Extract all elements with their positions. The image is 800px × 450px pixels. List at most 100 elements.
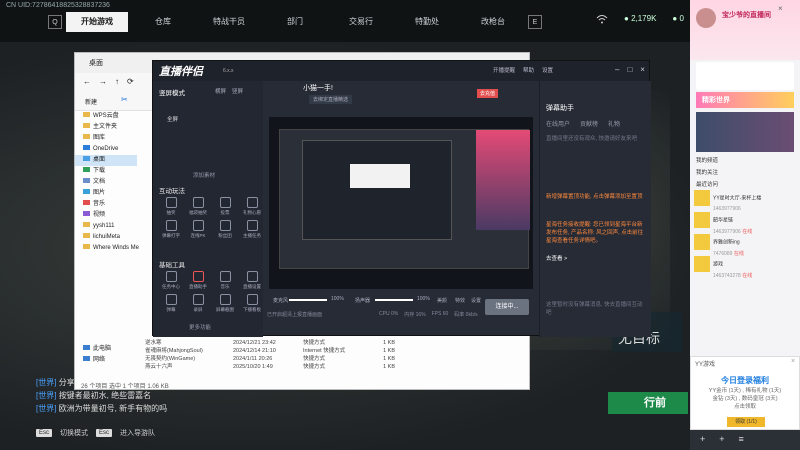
effects-button[interactable]: 特效 (455, 297, 465, 304)
new-button[interactable]: 新建 (85, 97, 97, 106)
assistant-link[interactable]: 去查看 > (546, 255, 646, 263)
tool-danmaku-type[interactable]: 弹幕打字 (159, 220, 183, 239)
explorer-status: 26 个项目 选中 1 个项目 1.06 KB (81, 384, 169, 390)
table-row[interactable]: 无畏契约(WinGame) 2024/1/11 20:26 快捷方式 1 KB (145, 355, 525, 363)
list-item[interactable]: 游戏 1463743278 在线 (694, 256, 796, 279)
sidebar-item[interactable]: yysh111 (75, 221, 137, 232)
start-match-button[interactable]: 行前 (608, 392, 688, 414)
nav-start-game[interactable]: 开始游戏 (66, 12, 128, 32)
add-source-button[interactable]: 添加素材 (193, 171, 215, 179)
chat-icon (165, 294, 177, 305)
remind-button[interactable]: 开播提醒 (493, 66, 515, 74)
team-button[interactable]: 进入导游队 (120, 428, 155, 438)
nav-gunsmith[interactable]: 改枪台 (462, 12, 524, 32)
stream-info: 小猫一手! 去绑定直播精选 去充值 (269, 83, 533, 113)
yy-close-icon[interactable]: × (778, 4, 783, 13)
tool-music[interactable]: 音乐 (213, 271, 237, 290)
go-live-button[interactable]: 连接中... (485, 299, 529, 315)
yy-section-mine: 我的频道 (696, 158, 719, 164)
avatar[interactable] (696, 8, 716, 28)
app-logo: 直播伴侣 (159, 66, 203, 78)
cut-icon[interactable]: ✂ (121, 95, 128, 104)
close-icon[interactable]: × (640, 65, 645, 74)
tool-lottery[interactable]: 抽奖 (159, 197, 183, 216)
preview-nested-explorer (350, 164, 410, 188)
mic-slider[interactable] (289, 299, 327, 301)
sidebar-item[interactable]: 文档 (75, 177, 137, 188)
nav-warehouse[interactable]: 仓库 (132, 12, 194, 32)
sidebar-item[interactable]: 下载 (75, 166, 137, 177)
tool-dashboard[interactable]: 下播看板 (240, 294, 264, 313)
up-icon[interactable]: ↑ (115, 77, 119, 86)
back-icon[interactable]: ← (83, 77, 91, 86)
scene-item[interactable]: 全屏 (167, 115, 178, 123)
sidebar-item[interactable]: 主文件夹 (75, 122, 137, 133)
onedrive-icon (83, 145, 90, 150)
table-row[interactable]: 燕云十六声 2025/10/20 1:49 快捷方式 1 KB (145, 363, 525, 371)
nav-special[interactable]: 特勤处 (396, 12, 458, 32)
forward-icon[interactable]: → (99, 77, 107, 86)
game-status: ● 2,179K ● 0 (596, 14, 684, 24)
settings-button[interactable]: 设置 (542, 66, 553, 74)
nav-department[interactable]: 部门 (264, 12, 326, 32)
list-item[interactable]: 韶华星链 1463977906 在线 (694, 212, 796, 235)
sidebar-item[interactable]: lichuiMeta (75, 232, 137, 243)
list-item[interactable]: 界雅创新ing 7476089 在线 (694, 234, 796, 257)
recharge-button[interactable]: 去充值 (477, 89, 499, 98)
tool-record[interactable]: 录屏 (186, 294, 210, 313)
tool-screenshot[interactable]: 屏幕截图 (213, 294, 237, 313)
yy-promo-image[interactable] (696, 112, 794, 152)
menu-icon[interactable]: ≡ (739, 434, 744, 444)
table-row[interactable]: 雀魂麻将(MahjongSoul) 2024/12/14 21:10 Interne… (145, 347, 525, 355)
yy-welcome-banner[interactable]: 精彩世界 (696, 92, 794, 108)
tool-task-center[interactable]: 任务中心 (159, 271, 183, 290)
plus-icon[interactable]: + (719, 434, 724, 444)
tool-vote[interactable]: 投票 (213, 197, 237, 216)
gear-icon (246, 271, 258, 282)
sidebar-item[interactable]: 图片 (75, 188, 137, 199)
more-button[interactable]: 更多功能 (189, 323, 211, 331)
minimize-icon[interactable]: – (615, 65, 619, 74)
maximize-icon[interactable]: □ (627, 65, 632, 74)
notification-close-icon[interactable]: × (791, 358, 795, 365)
sidebar-item[interactable]: 此电脑 (75, 344, 137, 355)
tab-portrait[interactable]: 竖屏 (232, 87, 243, 95)
currency2-readout: ● 0 (672, 14, 684, 23)
claim-button[interactable]: 领取 (1/1) (727, 417, 765, 427)
tool-danmaku[interactable]: 弹幕 (159, 294, 183, 313)
sidebar-item[interactable]: WPS云盘 (75, 111, 137, 122)
beauty-button[interactable]: 美颜 (437, 297, 447, 304)
speaker-label: 扬声器 (355, 298, 371, 304)
live-settings-button[interactable]: 设置 (471, 297, 481, 304)
tab-gifts[interactable]: 礼物 (608, 119, 620, 128)
tool-luckybag[interactable]: 福袋抽奖 (186, 197, 210, 216)
switch-mode-button[interactable]: 切换模式 (60, 428, 88, 438)
tab-contrib[interactable]: 贡献榜 (580, 119, 598, 128)
folder-icon (83, 222, 90, 227)
tool-wish[interactable]: 礼物心愿 (240, 197, 264, 216)
refresh-icon[interactable]: ⟳ (127, 77, 134, 86)
tab-online[interactable]: 在线用户 (546, 119, 570, 128)
list-item[interactable]: YY星时大厅-来杯上楼 1463977906 (694, 190, 796, 212)
tool-settings[interactable]: 直播设置 (240, 271, 264, 290)
speaker-slider[interactable] (375, 299, 413, 301)
sidebar-item[interactable]: 桌面 (75, 155, 137, 166)
tool-assistant[interactable]: 直播助手 (186, 271, 210, 290)
nav-operators[interactable]: 特战干员 (198, 12, 260, 32)
help-button[interactable]: 帮助 (523, 66, 534, 74)
sidebar-item[interactable]: OneDrive (75, 144, 137, 155)
stream-sub-button[interactable]: 去绑定直播精选 (309, 95, 353, 104)
sidebar-item[interactable]: Where Winds Me (75, 243, 139, 254)
sidebar-item[interactable]: 网络 (75, 355, 137, 366)
sidebar-item[interactable]: 图库 (75, 133, 137, 144)
sidebar-item[interactable]: 音乐 (75, 199, 137, 210)
tool-task[interactable]: 主播任务 (240, 220, 264, 239)
table-row[interactable]: 逆水寒 2024/12/21 23:42 快捷方式 1 KB (145, 339, 525, 347)
add-icon[interactable]: + (700, 434, 705, 444)
scene-mode-dropdown[interactable]: 竖屏模式 (159, 87, 185, 97)
sidebar-item[interactable]: 视频 (75, 210, 137, 221)
nav-trade[interactable]: 交易行 (330, 12, 392, 32)
tool-pk[interactable]: 连线PK (186, 220, 210, 239)
tool-fans[interactable]: 粉丝团 (213, 220, 237, 239)
tab-landscape[interactable]: 横屏 (215, 87, 226, 95)
